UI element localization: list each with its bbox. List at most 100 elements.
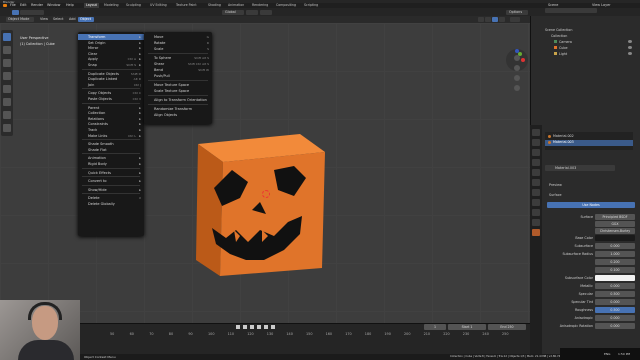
- material-dot-icon: [548, 135, 551, 138]
- menu-select[interactable]: Select: [53, 17, 63, 22]
- shading-material-icon[interactable]: [492, 17, 498, 22]
- physics-tab-icon[interactable]: [532, 199, 540, 206]
- tool-tab-icon[interactable]: [532, 129, 540, 136]
- menu-item-push-pull[interactable]: Push/Pull: [144, 73, 212, 79]
- material-name: Material.003: [555, 166, 577, 170]
- menu-item-snap[interactable]: Snap Shift S ▸: [78, 62, 144, 68]
- visibility-eye-icon[interactable]: [628, 40, 632, 43]
- object-tab-icon[interactable]: [532, 179, 540, 186]
- render-tab-icon[interactable]: [532, 139, 540, 146]
- output-tab-icon[interactable]: [532, 149, 540, 156]
- select-tool-icon[interactable]: [3, 33, 11, 41]
- start-frame-field[interactable]: Start 1: [448, 324, 486, 330]
- property-field[interactable]: 0.000: [595, 323, 635, 329]
- end-frame-field[interactable]: End 250: [488, 324, 526, 330]
- menu-item-quick-effects[interactable]: Quick Effects ▸: [78, 170, 144, 176]
- annotate-tool-icon[interactable]: [3, 111, 11, 119]
- timeline-tick-label: 220: [443, 332, 450, 336]
- material-slot[interactable]: Material.003: [553, 139, 574, 145]
- property-field[interactable]: 0.500: [595, 307, 635, 313]
- menu-item-shade-flat[interactable]: Shade Flat: [78, 147, 144, 153]
- data-tab-icon[interactable]: [532, 219, 540, 226]
- orientation-dropdown[interactable]: Global: [222, 9, 244, 15]
- prev-key-icon[interactable]: [243, 325, 247, 329]
- menu-object[interactable]: Object: [78, 17, 94, 22]
- property-field[interactable]: 0.000: [595, 315, 635, 321]
- options-dropdown[interactable]: Options: [506, 9, 528, 15]
- blender-logo-icon[interactable]: [3, 4, 7, 7]
- menu-item-scale-texture-space[interactable]: Scale Texture Space: [144, 88, 212, 94]
- move-tool-icon[interactable]: [3, 59, 11, 67]
- cursor-tool-icon[interactable]: [3, 46, 11, 54]
- section-surface[interactable]: Surface: [549, 192, 562, 198]
- scale-tool-icon[interactable]: [3, 85, 11, 93]
- constraints-tab-icon[interactable]: [532, 209, 540, 216]
- property-field[interactable]: [595, 275, 635, 281]
- use-nodes-button[interactable]: Use Nodes: [547, 202, 635, 208]
- measure-tool-icon[interactable]: [3, 124, 11, 132]
- material-selector[interactable]: Material.003: [545, 165, 615, 171]
- menu-item-rigid-body[interactable]: Rigid Body ▸: [78, 161, 144, 167]
- property-field[interactable]: 1.000: [595, 251, 635, 257]
- menu-item-join[interactable]: Join Ctrl J: [78, 82, 144, 88]
- snap-toggle[interactable]: [246, 9, 258, 15]
- gizmo-x-icon[interactable]: [521, 58, 525, 62]
- modifier-tab-icon[interactable]: [532, 189, 540, 196]
- overlay-toggle-icon[interactable]: [510, 17, 520, 22]
- select-box-icon[interactable]: [12, 9, 19, 15]
- property-field[interactable]: 0.100: [595, 267, 635, 273]
- timeline-tick-label: 250: [502, 332, 509, 336]
- select-mode-icon[interactable]: [20, 9, 44, 15]
- next-key-icon[interactable]: [264, 325, 268, 329]
- property-field[interactable]: Principled BSDF: [595, 214, 635, 220]
- menu-item-make-links[interactable]: Make Links Ctrl L ▸: [78, 133, 144, 139]
- menu-item-paste-objects[interactable]: Paste Objects Ctrl V: [78, 96, 144, 102]
- 3d-cursor-icon[interactable]: [262, 190, 270, 198]
- property-field[interactable]: 0.000: [595, 283, 635, 289]
- menu-item-align-objects[interactable]: Align Objects: [144, 112, 212, 118]
- play-icon[interactable]: [257, 325, 261, 329]
- shading-wireframe-icon[interactable]: [478, 17, 484, 22]
- menu-item-align-to-transform-orientation[interactable]: Align to Transform Orientation: [144, 97, 212, 103]
- camera-view-icon[interactable]: [514, 75, 520, 81]
- menu-item-delete-globally[interactable]: Delete Globally: [78, 201, 144, 207]
- menu-item-label: Parent: [88, 105, 100, 110]
- options-label: Options: [509, 9, 523, 14]
- property-field[interactable]: Christensen-Burley: [595, 228, 635, 234]
- menu-item-show-hide[interactable]: Show/Hide ▸: [78, 187, 144, 193]
- zoom-icon[interactable]: [514, 55, 520, 61]
- transform-tool-icon[interactable]: [3, 98, 11, 106]
- visibility-eye-icon[interactable]: [628, 46, 632, 49]
- jump-end-icon[interactable]: [271, 325, 275, 329]
- visibility-eye-icon[interactable]: [628, 52, 632, 55]
- property-field[interactable]: [595, 235, 635, 241]
- gizmo-z-icon[interactable]: [515, 49, 519, 53]
- ortho-toggle-icon[interactable]: [514, 85, 520, 91]
- property-field[interactable]: 0.500: [595, 291, 635, 297]
- section-preview[interactable]: Preview: [549, 182, 562, 188]
- play-reverse-icon[interactable]: [250, 325, 254, 329]
- property-field[interactable]: 0.000: [595, 299, 635, 305]
- shading-rendered-icon[interactable]: [499, 17, 505, 22]
- material-tab-icon[interactable]: [532, 229, 540, 236]
- world-tab-icon[interactable]: [532, 169, 540, 176]
- mode-dropdown[interactable]: Object Mode: [6, 17, 34, 22]
- material-slot-list[interactable]: Material.002 Material.003: [545, 132, 633, 150]
- pumpkin-cube[interactable]: [190, 126, 340, 286]
- outliner-light[interactable]: Light: [559, 51, 567, 57]
- outliner-search[interactable]: [545, 8, 597, 13]
- proportional-toggle[interactable]: [260, 9, 272, 15]
- property-field[interactable]: 0.000: [595, 243, 635, 249]
- property-field[interactable]: 0.200: [595, 259, 635, 265]
- pan-icon[interactable]: [514, 65, 520, 71]
- property-field[interactable]: GGX: [595, 221, 635, 227]
- scene-tab-icon[interactable]: [532, 159, 540, 166]
- shading-solid-icon[interactable]: [485, 17, 491, 22]
- menu-view[interactable]: View: [40, 17, 48, 22]
- rotate-tool-icon[interactable]: [3, 72, 11, 80]
- jump-start-icon[interactable]: [236, 325, 240, 329]
- menu-item-scale[interactable]: Scale S: [144, 46, 212, 52]
- menu-item-convert-to[interactable]: Convert to ▸: [78, 178, 144, 184]
- menu-add[interactable]: Add: [69, 17, 76, 22]
- current-frame-field[interactable]: 1: [424, 324, 446, 330]
